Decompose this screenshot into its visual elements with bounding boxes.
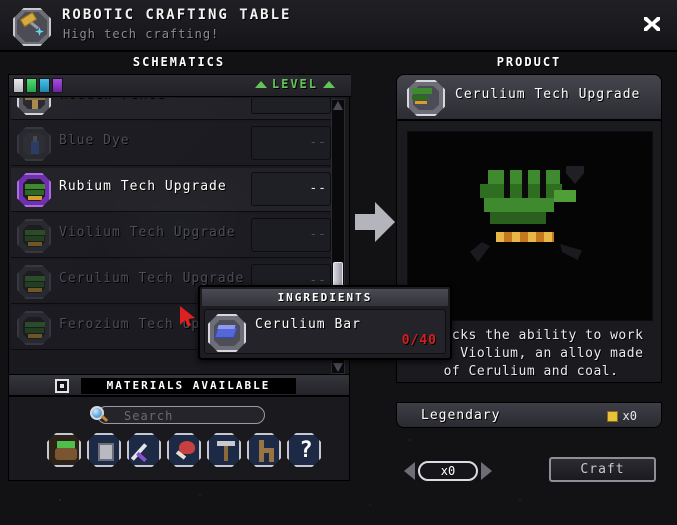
list-item[interactable]: Blue Dye -- <box>11 122 335 166</box>
mouse-cursor <box>179 305 197 329</box>
tech-chip-icon <box>17 311 51 345</box>
title-bar: ROBOTIC CRAFTING TABLE High tech craftin… <box>0 0 677 52</box>
rarity-filter-uncommon[interactable] <box>26 78 37 93</box>
rarity-filter-common[interactable] <box>13 78 24 93</box>
meat-icon[interactable] <box>167 433 201 467</box>
materials-header-label: MATERIALS AVAILABLE <box>81 378 296 394</box>
ingredient-name: Cerulium Bar <box>255 317 361 332</box>
list-item-level: -- <box>309 98 327 104</box>
materials-toggle-icon[interactable] <box>55 379 69 393</box>
search-placeholder: Search <box>124 409 174 423</box>
window-title: ROBOTIC CRAFTING TABLE <box>62 7 292 23</box>
increment-icon[interactable] <box>481 462 492 480</box>
search-input[interactable]: Search <box>90 406 265 424</box>
decrement-icon[interactable] <box>404 462 415 480</box>
block-icon[interactable] <box>87 433 121 467</box>
dye-icon <box>17 127 51 161</box>
tech-chip-art-icon <box>470 166 594 270</box>
list-item-label: Wooden Fence <box>59 98 165 102</box>
craft-button[interactable]: Craft <box>549 457 656 482</box>
product-icon <box>407 80 445 116</box>
category-filter-row[interactable]: ? <box>47 433 321 467</box>
tech-chip-icon <box>17 219 51 253</box>
sort-label: LEVEL <box>271 77 318 91</box>
list-item-level: -- <box>309 135 327 150</box>
question-mark-icon[interactable]: ? <box>287 433 321 467</box>
scroll-up-icon[interactable] <box>333 101 343 110</box>
list-item-label: Rubium Tech Upgrade <box>59 179 227 194</box>
tech-chip-icon <box>17 173 51 207</box>
tech-chip-icon <box>17 265 51 299</box>
sort-ascending-icon <box>254 80 267 88</box>
quantity-stepper[interactable]: x0 <box>404 461 492 481</box>
crafting-table-icon <box>10 6 54 48</box>
sort-ascending-icon-2 <box>323 80 335 88</box>
list-item-label: Violium Tech Upgrade <box>59 225 236 240</box>
materials-header-bar: MATERIALS AVAILABLE <box>8 374 350 396</box>
search-icon <box>90 406 109 425</box>
product-panel: Cerulium Tech Upgrade Unlocks the abilit… <box>388 74 670 430</box>
list-item-label: Blue Dye <box>59 133 130 148</box>
list-item[interactable]: Rubium Tech Upgrade -- <box>11 168 335 212</box>
materials-panel: Search ? <box>8 396 350 481</box>
sword-icon[interactable] <box>127 433 161 467</box>
crafting-window: ROBOTIC CRAFTING TABLE High tech craftin… <box>0 0 677 525</box>
rarity-filter-legendary[interactable] <box>52 78 63 93</box>
rarity-filter-rare[interactable] <box>39 78 50 93</box>
product-name: Cerulium Tech Upgrade <box>455 87 641 102</box>
product-rarity-bar: Legendary x0 <box>396 402 662 428</box>
quantity-value[interactable]: x0 <box>418 461 478 481</box>
chair-icon[interactable] <box>247 433 281 467</box>
product-header: PRODUCT <box>496 55 562 69</box>
list-item-level: -- <box>309 227 327 242</box>
list-item[interactable]: Violium Tech Upgrade -- <box>11 214 335 258</box>
rarity-filter-group <box>13 78 63 93</box>
ingredient-row: Cerulium Bar 0/40 <box>204 309 446 354</box>
ingredients-title: INGREDIENTS <box>202 289 448 306</box>
filter-bar: LEVEL <box>9 75 351 97</box>
sort-by-level-button[interactable]: LEVEL <box>254 77 335 91</box>
schematics-header: SCHEMATICS <box>132 55 226 69</box>
window-subtitle: High tech crafting! <box>63 27 220 41</box>
owned-count-label: x0 <box>622 409 637 423</box>
list-item-level: -- <box>309 181 327 196</box>
product-header-box: Cerulium Tech Upgrade <box>396 74 662 120</box>
rarity-label: Legendary <box>421 408 501 423</box>
hammer-icon[interactable] <box>207 433 241 467</box>
ingredients-tooltip: INGREDIENTS Cerulium Bar 0/40 <box>198 285 452 360</box>
ingredient-count: 0/40 <box>401 333 437 348</box>
ore-bar-icon <box>208 314 246 352</box>
close-icon[interactable] <box>639 11 665 37</box>
list-item[interactable]: Wooden Fence -- <box>11 98 335 120</box>
window-frame: ROBOTIC CRAFTING TABLE High tech craftin… <box>0 0 677 525</box>
item-cube-icon <box>606 410 618 422</box>
owned-count: x0 <box>606 409 637 423</box>
plant-icon[interactable] <box>47 433 81 467</box>
scroll-down-icon[interactable] <box>333 363 343 372</box>
list-item-label: Cerulium Tech Upgrade <box>59 271 245 286</box>
